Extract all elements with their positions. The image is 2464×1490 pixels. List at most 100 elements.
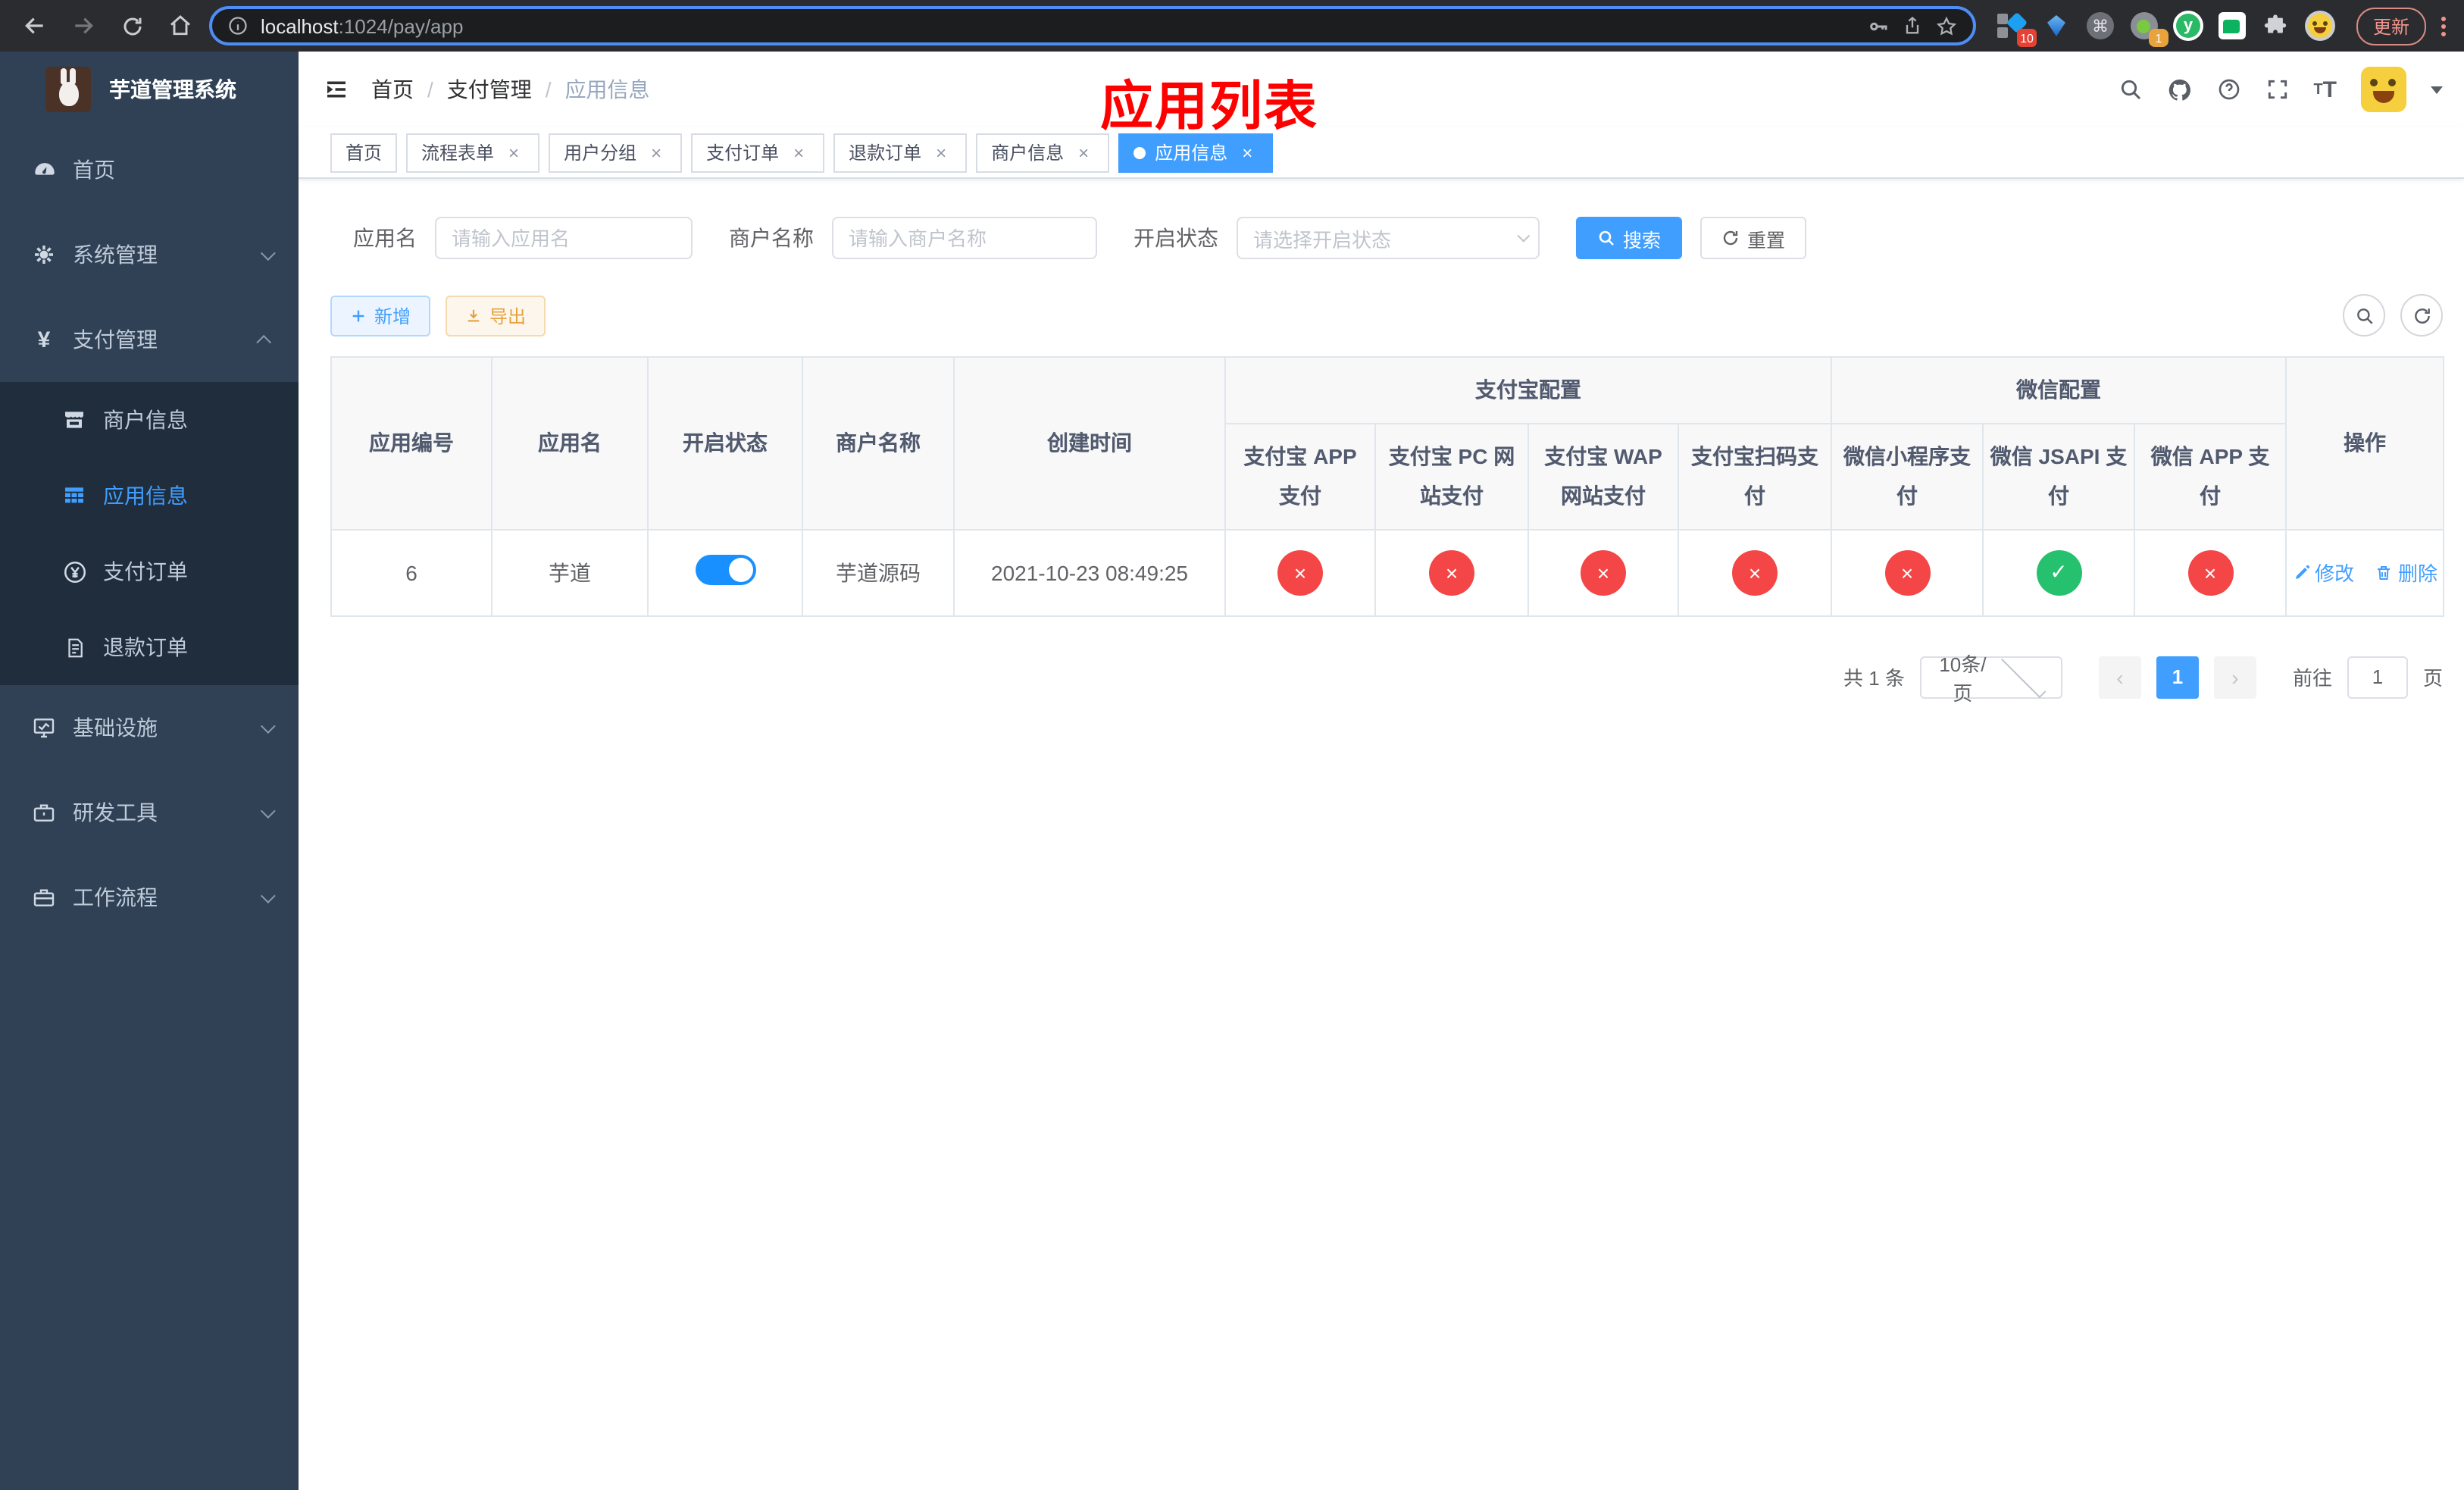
- pagination: 共 1 条 10条/页 ‹ 1 › 前往 页: [330, 653, 2443, 705]
- page-number-1[interactable]: 1: [2156, 656, 2199, 699]
- sidebar-item-label: 支付管理: [73, 327, 158, 352]
- tags-view-bar: 首页 流程表单 × 用户分组 × 支付订单 × 退款订单 × 商户信息 × 应用…: [299, 127, 2464, 179]
- github-icon[interactable]: [2166, 77, 2192, 102]
- sidebar-collapse-icon[interactable]: [323, 76, 350, 103]
- sidebar-item-payment-mgmt[interactable]: ¥ 支付管理: [0, 297, 299, 382]
- browser-home-icon[interactable]: [161, 6, 200, 45]
- search-icon: [1599, 230, 1614, 246]
- sidebar-item-refund-order[interactable]: 退款订单: [0, 609, 299, 685]
- sidebar-item-label: 工作流程: [73, 885, 158, 909]
- sidebar-item-label: 系统管理: [73, 243, 158, 267]
- extension-y-icon[interactable]: y: [2172, 11, 2203, 41]
- extension-target-icon[interactable]: 1: [2129, 11, 2169, 47]
- merchant-name-input[interactable]: [832, 217, 1097, 259]
- tab-close-icon[interactable]: ×: [646, 142, 667, 163]
- tab-close-icon[interactable]: ×: [788, 142, 809, 163]
- user-avatar[interactable]: [2361, 67, 2406, 112]
- cell-alipay-wap: ×: [1527, 528, 1679, 617]
- next-page-button[interactable]: ›: [2213, 656, 2256, 699]
- logo-image: [45, 67, 91, 112]
- sidebar-item-infrastructure[interactable]: 基础设施: [0, 685, 299, 770]
- browser-reload-icon[interactable]: [112, 6, 152, 45]
- group-header-wechat: 微信配置: [1830, 356, 2287, 424]
- yen-icon: ¥: [37, 327, 51, 352]
- sidebar-item-merchant-info[interactable]: 商户信息: [0, 382, 299, 458]
- delete-button[interactable]: 删除: [2375, 559, 2437, 587]
- breadcrumb-item-payment[interactable]: 支付管理: [447, 74, 532, 105]
- export-button[interactable]: 导出: [446, 295, 546, 336]
- fail-status-icon: ×: [1884, 549, 1930, 596]
- page-content: 应用名 商户名称 开启状态 请选择开启状态 搜索 重置: [299, 179, 2464, 1490]
- font-size-icon[interactable]: TT: [2313, 77, 2337, 102]
- reset-button[interactable]: 重置: [1700, 217, 1807, 259]
- site-info-icon[interactable]: [227, 15, 249, 36]
- cell-wechat-mini: ×: [1831, 528, 1984, 617]
- tab-label: 首页: [346, 142, 383, 164]
- page-unit-label: 页: [2422, 667, 2443, 690]
- sidebar-item-label: 商户信息: [103, 408, 188, 432]
- url-text[interactable]: localhost:1024/pay/app: [261, 14, 1855, 37]
- sidebar-logo[interactable]: 芋道管理系统: [0, 52, 299, 127]
- extension-chat-icon[interactable]: [2217, 11, 2247, 41]
- browser-forward-icon[interactable]: [64, 6, 103, 45]
- sidebar-item-pay-order[interactable]: 支付订单: [0, 534, 299, 609]
- extension-blue-diamond-icon[interactable]: 10: [1997, 11, 2037, 47]
- sidebar-item-system-mgmt[interactable]: 系统管理: [0, 212, 299, 297]
- tab-close-icon[interactable]: ×: [1237, 142, 1258, 163]
- add-button[interactable]: 新增: [330, 295, 431, 336]
- url-path: :1024/pay/app: [338, 14, 464, 37]
- sidebar-item-workflow[interactable]: 工作流程: [0, 855, 299, 940]
- navbar-actions: TT: [2118, 67, 2443, 112]
- help-icon[interactable]: [2216, 77, 2240, 102]
- sidebar-item-app-info[interactable]: 应用信息: [0, 458, 299, 534]
- prev-page-button[interactable]: ‹: [2098, 656, 2141, 699]
- chrome-update-button[interactable]: 更新: [2356, 7, 2426, 45]
- sidebar-item-dev-tools[interactable]: 研发工具: [0, 770, 299, 855]
- tab-close-icon[interactable]: ×: [1073, 142, 1094, 163]
- tab-merchant-info[interactable]: 商户信息 ×: [976, 133, 1110, 172]
- browser-back-icon[interactable]: [15, 6, 55, 45]
- toggle-search-button[interactable]: [2343, 294, 2385, 337]
- tab-process-form[interactable]: 流程表单 ×: [406, 133, 540, 172]
- tab-user-group[interactable]: 用户分组 ×: [549, 133, 683, 172]
- page-size-select[interactable]: 10条/页: [1919, 653, 2062, 705]
- chrome-menu-icon[interactable]: [2441, 16, 2446, 36]
- col-header-alipay-app: 支付宝 APP 支付: [1224, 422, 1376, 531]
- extension-gem-icon[interactable]: [2041, 11, 2072, 41]
- col-header-app-id: 应用编号: [330, 356, 492, 531]
- status-toggle[interactable]: [695, 555, 755, 586]
- sidebar-item-home[interactable]: 首页: [0, 127, 299, 212]
- extensions-puzzle-icon[interactable]: [2261, 11, 2291, 41]
- goto-page-input[interactable]: [2347, 656, 2408, 699]
- password-key-icon[interactable]: [1867, 14, 1890, 37]
- tab-close-icon[interactable]: ×: [503, 142, 524, 163]
- search-button[interactable]: 搜索: [1576, 217, 1683, 259]
- bookmark-star-icon[interactable]: [1935, 14, 1958, 37]
- extension-badge: 1: [2148, 29, 2169, 47]
- cell-app-name: 芋道: [491, 528, 649, 617]
- edit-button[interactable]: 修改: [2292, 559, 2354, 587]
- fail-status-icon: ×: [1581, 549, 1626, 596]
- extension-command-icon[interactable]: ⌘: [2085, 11, 2115, 41]
- breadcrumb-item-home[interactable]: 首页: [371, 74, 414, 105]
- breadcrumb-separator: /: [427, 77, 433, 102]
- tab-pay-order[interactable]: 支付订单 ×: [691, 133, 825, 172]
- profile-avatar-icon[interactable]: [2304, 11, 2335, 41]
- user-menu-caret-icon[interactable]: [2431, 86, 2443, 93]
- refresh-button[interactable]: [2400, 294, 2443, 337]
- breadcrumb-separator: /: [545, 77, 552, 102]
- tab-close-icon[interactable]: ×: [930, 142, 952, 163]
- header-search-icon[interactable]: [2118, 77, 2142, 102]
- status-select[interactable]: 请选择开启状态: [1237, 217, 1540, 259]
- page-title: 应用列表: [1100, 77, 1319, 136]
- tab-refund-order[interactable]: 退款订单 ×: [833, 133, 968, 172]
- app-table: 应用编号 应用名 开启状态 商户名称 创建时间 支付宝配置 微信配置 操作 支付…: [330, 356, 2445, 617]
- tab-home[interactable]: 首页: [330, 133, 398, 172]
- app-name-input[interactable]: [435, 217, 693, 259]
- dashboard-icon: [30, 157, 58, 183]
- fullscreen-icon[interactable]: [2265, 77, 2289, 102]
- share-icon[interactable]: [1902, 15, 1923, 36]
- address-bar[interactable]: localhost:1024/pay/app: [209, 6, 1976, 45]
- tab-label: 应用信息: [1155, 142, 1228, 164]
- chevron-down-icon: [260, 245, 276, 261]
